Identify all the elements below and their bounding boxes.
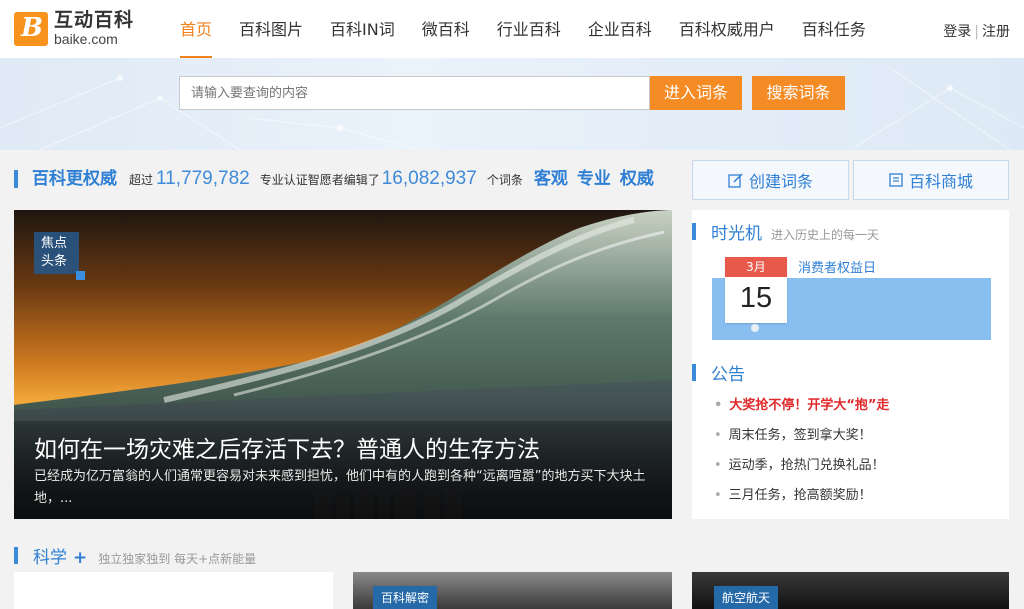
site-logo[interactable]: B 互动百科 baike.com: [14, 11, 134, 46]
carousel-dot[interactable]: [751, 324, 759, 332]
calendar-day: 15: [739, 282, 773, 314]
nav-images[interactable]: 百科图片: [239, 0, 303, 58]
stats-suffix: 个词条: [486, 173, 523, 187]
hero-title[interactable]: 如何在一场灾难之后存活下去？普通人的生存方法: [34, 430, 540, 464]
calendar-month: 3月: [725, 257, 787, 277]
nav-micro-baike[interactable]: 微百科: [422, 0, 470, 58]
science-section-header: 科学 + 独立独家独到 每天+点新能量: [14, 543, 256, 568]
science-subtitle: 独立独家独到 每天+点新能量: [98, 552, 257, 566]
stats-title: 百科更权威: [32, 169, 117, 189]
notice-title: 公告: [711, 365, 745, 385]
science-plus-icon[interactable]: +: [73, 548, 87, 568]
search-entry-button[interactable]: 搜索词条: [752, 76, 845, 110]
nav-in-words[interactable]: 百科IN词: [330, 0, 395, 58]
search-input[interactable]: [179, 76, 650, 110]
notice-item[interactable]: 三月任务，抢高额奖励！: [714, 485, 889, 515]
login-link[interactable]: 登录: [943, 24, 971, 40]
today-event-link[interactable]: 消费者权益日: [798, 257, 876, 276]
notice-list: 大奖抢不停！开学大“抱”走 周末任务，签到拿大奖！ 运动季，抢热门兑换礼品！ 三…: [714, 395, 890, 515]
entry-count: 16,082,937: [381, 168, 477, 189]
time-machine-header: 时光机 进入历史上的每一天: [692, 219, 879, 244]
nav-home[interactable]: 首页: [180, 0, 213, 58]
enter-entry-button[interactable]: 进入词条: [650, 76, 742, 110]
time-machine-title[interactable]: 时光机: [711, 219, 762, 244]
search-banner: 进入词条 搜索词条: [0, 58, 1024, 150]
top-header: B 互动百科 baike.com 首页 百科图片 百科IN词 微百科 行业百科 …: [0, 0, 1024, 58]
nav-tasks[interactable]: 百科任务: [802, 0, 866, 58]
stats-line: 百科更权威 超过 11,779,782 专业认证智愿者编辑了 16,082,93…: [14, 164, 654, 194]
hero-headline-card[interactable]: 焦点 头条 如何在一场灾难之后存活下去？普通人的生存方法 已经成为亿万富翁的人们…: [14, 210, 672, 519]
main-nav: 首页 百科图片 百科IN词 微百科 行业百科 企业百科 百科权威用户 百科任务: [180, 0, 893, 58]
logo-mark-icon: B: [14, 11, 48, 46]
baike-mall-label: 百科商城: [908, 172, 973, 191]
create-entry-label: 创建词条: [748, 172, 813, 191]
keyword-professional: 专业: [576, 169, 611, 189]
notice-item[interactable]: 运动季，抢热门兑换礼品！: [714, 455, 889, 485]
science-title[interactable]: 科学: [33, 543, 67, 568]
notice-item[interactable]: 周末任务，签到拿大奖！: [714, 425, 889, 455]
keyword-authority: 权威: [619, 169, 654, 189]
baike-mall-button[interactable]: 百科商城: [853, 160, 1009, 200]
logo-cn-text: 互动百科: [54, 9, 135, 31]
accent-bar: [692, 223, 696, 240]
logo-en-text: baike.com: [54, 31, 118, 47]
notice-item[interactable]: 大奖抢不停！开学大“抱”走: [714, 395, 889, 425]
editor-count: 11,779,782: [156, 168, 250, 189]
notice-header: 公告: [692, 360, 745, 385]
nav-authority-users[interactable]: 百科权威用户: [679, 0, 775, 58]
list-icon: [889, 173, 903, 187]
auth-links: 登录 | 注册: [943, 21, 1010, 41]
edit-icon: [728, 172, 743, 188]
card-tag: 百科解密: [373, 586, 438, 609]
hero-description: 已经成为亿万富翁的人们通常更容易对未来感到担忧，他们中有的人跑到各种“远离喧嚣”…: [34, 469, 646, 506]
accent-bar: [692, 364, 696, 381]
science-card[interactable]: [14, 572, 333, 609]
focus-headline-badge: 焦点 头条: [34, 232, 85, 280]
science-card[interactable]: 百科解密: [353, 572, 672, 609]
time-machine-subtitle: 进入历史上的每一天: [771, 228, 880, 242]
side-panel: 时光机 进入历史上的每一天 3月 15 消费者权益日 公告 大奖抢不停！开学大“…: [692, 210, 1009, 519]
create-entry-button[interactable]: 创建词条: [692, 160, 849, 200]
nav-industry[interactable]: 行业百科: [497, 0, 561, 58]
auth-separator: |: [974, 24, 979, 40]
keyword-objective: 客观: [533, 169, 568, 189]
stats-prefix: 超过: [129, 173, 154, 187]
card-tag: 航空航天: [714, 586, 779, 609]
calendar-widget[interactable]: 3月 15: [725, 257, 787, 323]
nav-enterprise[interactable]: 企业百科: [588, 0, 652, 58]
register-link[interactable]: 注册: [982, 24, 1010, 40]
accent-bar: [14, 547, 18, 564]
stats-middle: 专业认证智愿者编辑了: [259, 173, 380, 187]
science-card[interactable]: 航空航天: [692, 572, 1009, 609]
